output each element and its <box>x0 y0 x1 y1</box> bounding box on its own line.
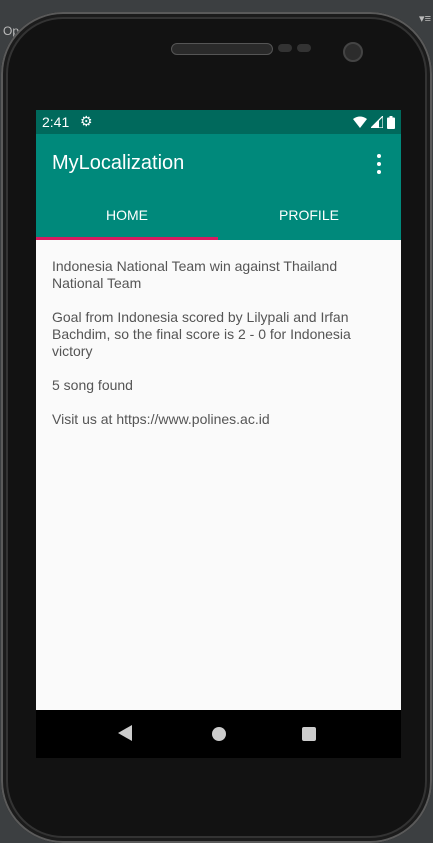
menu-dot <box>377 170 381 174</box>
light-sensor <box>297 44 311 52</box>
proximity-sensor <box>278 44 292 52</box>
navigation-bar <box>36 710 401 758</box>
home-content: Indonesia National Team win against Thai… <box>52 258 382 445</box>
front-camera <box>343 42 363 62</box>
battery-icon <box>387 115 395 129</box>
news-description: Goal from Indonesia scored by Lilypali a… <box>52 309 351 359</box>
app-title: MyLocalization <box>52 152 185 174</box>
gear-icon: ⚙ <box>80 113 93 129</box>
status-bar: 2:41 ⚙ <box>36 110 401 134</box>
device-screen: 2:41 ⚙ MyLocalization HOME PROFILE Indon… <box>36 110 401 710</box>
tab-profile[interactable]: PROFILE <box>218 190 400 240</box>
tab-home[interactable]: HOME <box>36 190 218 240</box>
status-time: 2:41 <box>42 114 70 130</box>
speaker-grille <box>171 43 273 55</box>
wifi-icon <box>353 116 367 128</box>
more-vert-icon[interactable] <box>367 154 391 174</box>
home-icon[interactable] <box>212 727 226 741</box>
status-icons <box>353 115 395 129</box>
app-bar: MyLocalization <box>36 134 401 190</box>
tab-home-label: HOME <box>106 207 148 223</box>
signal-icon <box>371 116 383 128</box>
news-headline: Indonesia National Team win against Thai… <box>52 258 338 291</box>
back-icon[interactable] <box>118 725 132 741</box>
tab-layout: HOME PROFILE <box>36 190 401 240</box>
tab-indicator <box>36 237 218 240</box>
visit-link-text[interactable]: Visit us at https://www.polines.ac.id <box>52 411 382 428</box>
song-count: 5 song found <box>52 377 133 393</box>
menu-dot <box>377 162 381 166</box>
menu-dot <box>377 154 381 158</box>
recent-apps-icon[interactable] <box>302 727 316 741</box>
ide-menu-icon[interactable]: ▾≡ <box>419 12 431 25</box>
tab-profile-label: PROFILE <box>279 207 339 223</box>
